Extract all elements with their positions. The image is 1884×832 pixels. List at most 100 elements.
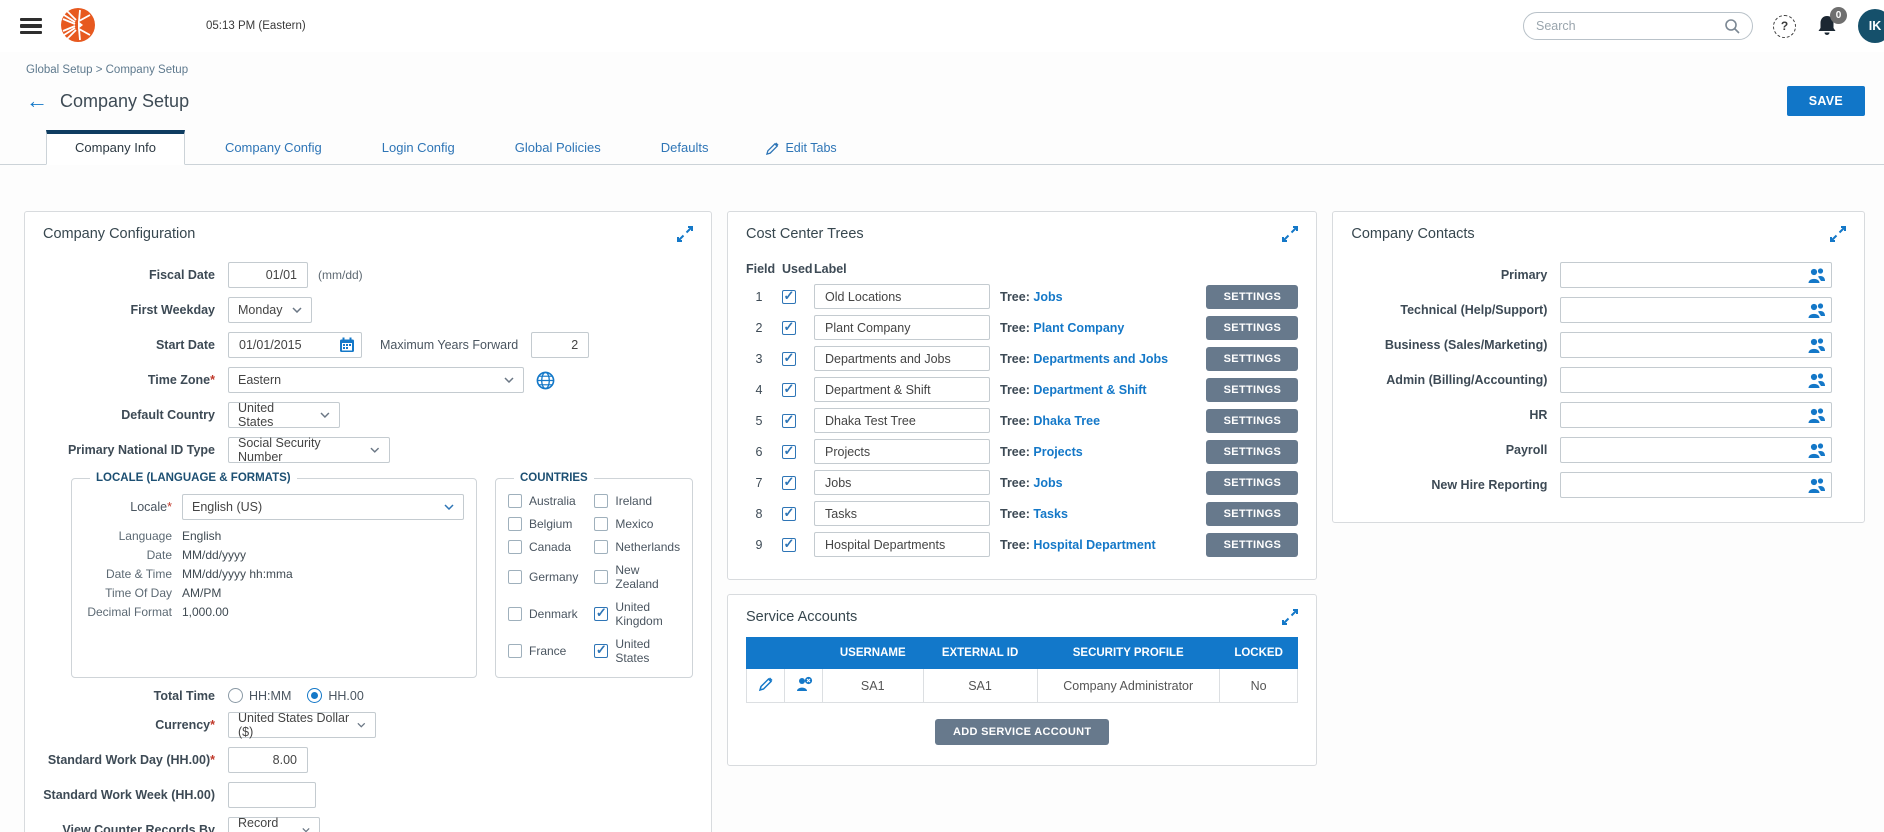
settings-button[interactable]: SETTINGS [1206,502,1298,526]
used-checkbox[interactable] [782,538,796,552]
country-belgium[interactable]: Belgium [508,517,578,531]
label-input[interactable] [814,408,990,433]
tab-company-info[interactable]: Company Info [46,130,185,165]
locale-select[interactable]: English (US) [182,494,464,520]
tab-login-config[interactable]: Login Config [382,132,455,164]
settings-button[interactable]: SETTINGS [1206,316,1298,340]
checkbox[interactable] [508,607,522,621]
used-checkbox[interactable] [782,352,796,366]
used-checkbox[interactable] [782,383,796,397]
tree-link[interactable]: Jobs [1033,290,1062,304]
people-picker-icon[interactable] [1806,442,1827,459]
add-service-account-button[interactable]: ADD SERVICE ACCOUNT [935,719,1109,745]
currency-select[interactable]: United States Dollar ($) [228,712,376,738]
expand-icon[interactable] [1830,226,1846,242]
people-picker-icon[interactable] [1806,337,1827,354]
search-input[interactable] [1536,19,1724,33]
country-mexico[interactable]: Mexico [594,517,680,531]
hr-contact-input[interactable] [1560,402,1832,428]
checkbox[interactable] [508,540,522,554]
country-united-states[interactable]: United States [594,637,680,665]
expand-icon[interactable] [1282,226,1298,242]
tree-link[interactable]: Plant Company [1033,321,1124,335]
primary-national-id-select[interactable]: Social Security Number [228,437,390,463]
tab-global-policies[interactable]: Global Policies [515,132,601,164]
checkbox[interactable] [508,570,522,584]
edit-tabs-button[interactable]: Edit Tabs [766,141,836,155]
fiscal-date-input[interactable] [228,262,308,288]
tree-link[interactable]: Projects [1033,445,1082,459]
tree-link[interactable]: Departments and Jobs [1033,352,1168,366]
admin-contact-input[interactable] [1560,367,1832,393]
tree-link[interactable]: Hospital Department [1033,538,1155,552]
radio[interactable] [228,688,243,703]
payroll-contact-input[interactable] [1560,437,1832,463]
edit-icon[interactable] [758,676,774,692]
label-input[interactable] [814,439,990,464]
notifications-button[interactable]: 0 [1816,14,1838,38]
first-weekday-select[interactable]: Monday [228,297,312,323]
expand-icon[interactable] [677,226,693,242]
view-counter-records-select[interactable]: Record Date [228,817,320,832]
used-checkbox[interactable] [782,414,796,428]
tab-company-config[interactable]: Company Config [225,132,322,164]
label-input[interactable] [814,346,990,371]
time-zone-select[interactable]: Eastern [228,367,524,393]
globe-icon[interactable] [536,371,555,390]
used-checkbox[interactable] [782,321,796,335]
country-united-kingdom[interactable]: United Kingdom [594,600,680,628]
settings-button[interactable]: SETTINGS [1206,471,1298,495]
standard-work-week-input[interactable] [228,782,316,808]
settings-button[interactable]: SETTINGS [1206,378,1298,402]
radio[interactable] [307,688,322,703]
label-input[interactable] [814,470,990,495]
company-logo[interactable] [60,7,96,46]
settings-button[interactable]: SETTINGS [1206,347,1298,371]
tree-link[interactable]: Tasks [1033,507,1068,521]
people-picker-icon[interactable] [1806,372,1827,389]
menu-icon[interactable] [20,18,42,34]
tree-link[interactable]: Dhaka Tree [1033,414,1100,428]
total-time-option-hh00[interactable]: HH.00 [307,688,363,703]
checkbox[interactable] [594,517,608,531]
checkbox[interactable] [594,570,608,584]
breadcrumb-company-setup[interactable]: Company Setup [106,64,188,76]
business-contact-input[interactable] [1560,332,1832,358]
settings-button[interactable]: SETTINGS [1206,285,1298,309]
label-input[interactable] [814,532,990,557]
remove-user-icon[interactable] [794,676,814,692]
settings-button[interactable]: SETTINGS [1206,440,1298,464]
country-netherlands[interactable]: Netherlands [594,540,680,554]
people-picker-icon[interactable] [1806,477,1827,494]
used-checkbox[interactable] [782,476,796,490]
settings-button[interactable]: SETTINGS [1206,533,1298,557]
back-arrow-icon[interactable]: ← [26,90,48,112]
default-country-select[interactable]: United States [228,402,340,428]
checkbox[interactable] [594,644,608,658]
used-checkbox[interactable] [782,445,796,459]
max-years-forward-input[interactable] [531,332,589,358]
label-input[interactable] [814,315,990,340]
country-denmark[interactable]: Denmark [508,600,578,628]
technical-contact-input[interactable] [1560,297,1832,323]
country-canada[interactable]: Canada [508,540,578,554]
country-new-zealand[interactable]: New Zealand [594,563,680,591]
expand-icon[interactable] [1282,609,1298,625]
new-hire-reporting-input[interactable] [1560,472,1832,498]
standard-work-day-input[interactable] [228,747,308,773]
checkbox[interactable] [594,494,608,508]
tree-link[interactable]: Department & Shift [1033,383,1146,397]
search-box[interactable] [1523,12,1753,40]
avatar[interactable]: IK [1858,9,1884,43]
help-button[interactable]: ? [1773,15,1796,38]
primary-contact-input[interactable] [1560,262,1832,288]
checkbox[interactable] [508,644,522,658]
people-picker-icon[interactable] [1806,407,1827,424]
used-checkbox[interactable] [782,290,796,304]
country-france[interactable]: France [508,637,578,665]
label-input[interactable] [814,377,990,402]
people-picker-icon[interactable] [1806,302,1827,319]
settings-button[interactable]: SETTINGS [1206,409,1298,433]
used-checkbox[interactable] [782,507,796,521]
save-button[interactable]: SAVE [1787,86,1865,116]
